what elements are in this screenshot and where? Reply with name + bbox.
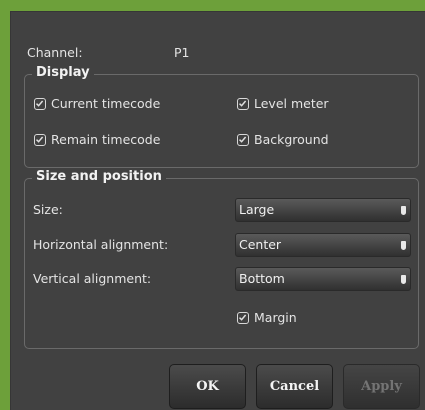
- remain-timecode-checkbox[interactable]: Remain timecode: [34, 132, 160, 147]
- horizontal-alignment-label: Horizontal alignment:: [33, 237, 169, 252]
- channel-label: Channel:: [27, 45, 83, 60]
- size-position-group-title: Size and position: [32, 169, 166, 184]
- size-label: Size:: [33, 202, 63, 217]
- level-meter-label: Level meter: [254, 96, 329, 111]
- remain-timecode-label: Remain timecode: [51, 132, 161, 147]
- vertical-alignment-select[interactable]: Bottom: [235, 267, 411, 291]
- margin-checkbox[interactable]: Margin: [237, 310, 297, 325]
- background-checkbox[interactable]: Background: [237, 132, 329, 147]
- checkmark-icon: [34, 97, 46, 110]
- dropdown-arrow-icon: [401, 275, 406, 284]
- channel-value: P1: [174, 45, 190, 60]
- display-group-title: Display: [32, 65, 94, 80]
- size-select-value: Large: [239, 202, 275, 217]
- horizontal-alignment-select[interactable]: Center: [235, 233, 411, 257]
- checkmark-icon: [237, 97, 249, 110]
- background-label: Background: [254, 132, 329, 147]
- size-select[interactable]: Large: [235, 198, 411, 222]
- current-timecode-label: Current timecode: [51, 96, 161, 111]
- timecode-settings-dialog: Channel: P1 Display Current timecode Lev…: [10, 11, 425, 410]
- display-group: Display Current timecode Level meter Rem…: [24, 65, 419, 168]
- checkmark-icon: [237, 133, 249, 146]
- vertical-alignment-label: Vertical alignment:: [33, 271, 152, 286]
- size-position-group: Size and position Size: Large Horizontal…: [24, 169, 419, 349]
- apply-button[interactable]: Apply: [343, 364, 420, 409]
- vertical-alignment-value: Bottom: [239, 271, 285, 286]
- checkmark-icon: [34, 133, 46, 146]
- margin-label: Margin: [254, 310, 297, 325]
- dropdown-arrow-icon: [401, 241, 406, 250]
- checkmark-icon: [237, 311, 249, 324]
- ok-button[interactable]: OK: [169, 364, 246, 409]
- cancel-button[interactable]: Cancel: [256, 364, 333, 409]
- current-timecode-checkbox[interactable]: Current timecode: [34, 96, 160, 111]
- level-meter-checkbox[interactable]: Level meter: [237, 96, 329, 111]
- horizontal-alignment-value: Center: [239, 237, 282, 252]
- dropdown-arrow-icon: [401, 206, 406, 215]
